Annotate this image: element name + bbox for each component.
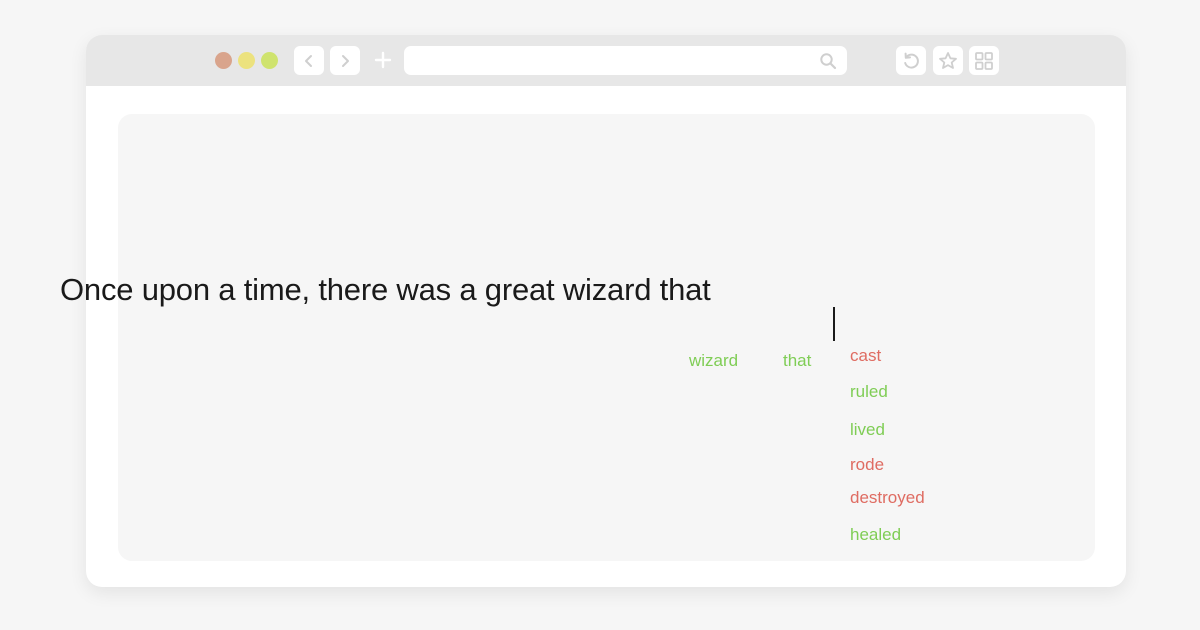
search-icon[interactable] (819, 52, 837, 70)
forward-button[interactable] (330, 46, 360, 75)
reload-icon (904, 52, 919, 69)
maximize-window-button[interactable] (261, 52, 278, 69)
minimize-window-button[interactable] (238, 52, 255, 69)
browser-toolbar (86, 35, 1126, 86)
chosen-token-that: that (783, 351, 812, 370)
candidate-token[interactable]: cast (850, 346, 881, 366)
address-input[interactable] (414, 46, 804, 75)
chevron-right-icon (342, 54, 349, 67)
chevron-left-icon (305, 54, 312, 67)
new-tab-button[interactable] (372, 49, 394, 71)
tabs-grid-button[interactable] (969, 46, 999, 75)
candidate-token[interactable]: destroyed (850, 488, 925, 508)
text-cursor (833, 307, 835, 341)
candidate-token[interactable]: rode (850, 455, 884, 475)
candidate-token[interactable]: ruled (850, 382, 888, 402)
address-bar[interactable] (404, 46, 847, 75)
typed-sentence[interactable]: Once upon a time, there was a great wiza… (60, 272, 711, 308)
plus-icon (374, 51, 392, 69)
browser-window (86, 35, 1126, 587)
bookmark-button[interactable] (933, 46, 963, 75)
chosen-token-wizard: wizard (689, 351, 739, 370)
candidate-token[interactable]: lived (850, 420, 885, 440)
star-icon (939, 51, 957, 69)
reload-button[interactable] (896, 46, 926, 75)
back-button[interactable] (294, 46, 324, 75)
grid-icon (975, 51, 993, 70)
text-editor-area[interactable] (118, 114, 1095, 561)
close-window-button[interactable] (215, 52, 232, 69)
candidate-token[interactable]: healed (850, 525, 901, 545)
